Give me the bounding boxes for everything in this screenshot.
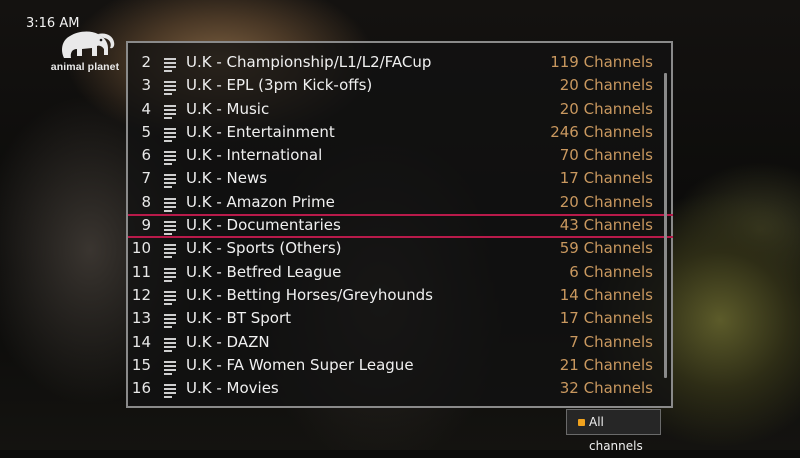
- channel-count: 21 Channels: [559, 355, 653, 374]
- channel-count: 119 Channels: [550, 53, 653, 71]
- category-row[interactable]: 14 U.K - DAZN 7 Channels: [128, 331, 663, 354]
- category-number: 6: [141, 146, 151, 165]
- category-name: U.K - Music: [186, 99, 270, 118]
- category-number: 5: [141, 122, 151, 141]
- elephant-icon: [62, 31, 115, 58]
- category-number: 12: [131, 285, 151, 304]
- channel-count: 17 Channels: [559, 169, 653, 188]
- category-name: U.K - News: [186, 169, 268, 188]
- category-list[interactable]: 2 U.K - Championship/L1/L2/FACup 119 Chann…: [128, 51, 673, 400]
- category-name: U.K - DAZN: [186, 332, 270, 351]
- category-name: U.K - Amazon Prime: [186, 192, 335, 211]
- filter-label: All channels: [589, 415, 643, 453]
- category-number: 9: [141, 216, 151, 235]
- category-row[interactable]: 11 U.K - Betfred League 6 Channels: [128, 261, 663, 284]
- list-icon: [164, 360, 176, 375]
- category-number: 15: [131, 355, 151, 374]
- list-icon: [164, 197, 176, 212]
- list-icon: [164, 104, 176, 119]
- category-row[interactable]: 15 U.K - FA Women Super League 21 Channels: [128, 354, 663, 377]
- filter-dot-icon: [578, 419, 585, 426]
- list-icon: [164, 384, 176, 399]
- category-name: U.K - FA Women Super League: [186, 355, 414, 374]
- channel-count: 17 Channels: [559, 309, 653, 328]
- category-row[interactable]: 13 U.K - BT Sport 17 Channels: [128, 307, 663, 330]
- scrollbar[interactable]: [664, 73, 667, 378]
- category-row[interactable]: 4 U.K - Music 20 Channels: [128, 98, 663, 121]
- list-icon: [164, 290, 176, 305]
- category-number: 3: [141, 76, 151, 95]
- category-name: U.K - Betfred League: [186, 262, 342, 281]
- list-icon: [164, 127, 176, 142]
- category-name: U.K - EPL (3pm Kick-offs): [186, 76, 373, 95]
- channel-count: 246 Channels: [550, 122, 653, 141]
- channel-count: 70 Channels: [559, 146, 653, 165]
- category-number: 11: [131, 262, 151, 281]
- all-channels-filter-button[interactable]: All channels: [566, 409, 661, 453]
- category-number: 10: [131, 239, 151, 258]
- list-icon: [164, 244, 176, 259]
- channel-count: 59 Channels: [559, 239, 653, 258]
- category-name: U.K - Entertainment: [186, 122, 335, 141]
- list-icon: [164, 174, 176, 189]
- channel-count: 20 Channels: [559, 76, 653, 95]
- category-row[interactable]: 2 U.K - Championship/L1/L2/FACup 119 Chann…: [128, 51, 663, 74]
- list-icon: [164, 337, 176, 352]
- category-number: 8: [141, 192, 151, 211]
- list-icon: [164, 221, 176, 236]
- category-name: U.K - Sports (Others): [186, 239, 342, 258]
- category-name: U.K - Movies: [186, 379, 279, 398]
- category-row[interactable]: 10 U.K - Sports (Others) 59 Channels: [128, 237, 663, 260]
- category-row[interactable]: 5 U.K - Entertainment 246 Channels: [128, 121, 663, 144]
- channel-count: 32 Channels: [559, 379, 653, 398]
- channel-count: 7 Channels: [569, 332, 653, 351]
- category-row[interactable]: 7 U.K - News 17 Channels: [128, 167, 663, 190]
- category-number: 16: [131, 379, 151, 398]
- category-row[interactable]: 6 U.K - International 70 Channels: [128, 144, 663, 167]
- list-icon: [164, 58, 176, 72]
- category-name: U.K - Betting Horses/Greyhounds: [186, 285, 433, 304]
- channel-count: 43 Channels: [559, 216, 653, 235]
- list-icon: [164, 81, 176, 96]
- list-icon: [164, 267, 176, 282]
- channel-count: 20 Channels: [559, 192, 653, 211]
- category-number: 4: [141, 99, 151, 118]
- channel-count: 14 Channels: [559, 285, 653, 304]
- category-row[interactable]: 3 U.K - EPL (3pm Kick-offs) 20 Channels: [128, 74, 663, 97]
- category-name: U.K - International: [186, 146, 323, 165]
- category-row[interactable]: 12 U.K - Betting Horses/Greyhounds 14 Chan…: [128, 284, 663, 307]
- channel-count: 20 Channels: [559, 99, 653, 118]
- category-number: 13: [131, 309, 151, 328]
- list-icon: [164, 314, 176, 329]
- category-name: U.K - Championship/L1/L2/FACup: [186, 53, 432, 71]
- category-list-panel: 2 U.K - Championship/L1/L2/FACup 119 Chann…: [126, 41, 673, 408]
- category-number: 7: [141, 169, 151, 188]
- category-number: 14: [131, 332, 151, 351]
- category-name: U.K - BT Sport: [186, 309, 292, 328]
- channel-count: 6 Channels: [569, 262, 653, 281]
- category-row[interactable]: 9 U.K - Documentaries 43 Channels: [128, 214, 673, 239]
- category-number: 2: [141, 53, 151, 71]
- list-icon: [164, 151, 176, 166]
- category-name: U.K - Documentaries: [186, 216, 341, 235]
- category-row[interactable]: 8 U.K - Amazon Prime 20 Channels: [128, 191, 663, 214]
- category-row[interactable]: 16 U.K - Movies 32 Channels: [128, 377, 663, 400]
